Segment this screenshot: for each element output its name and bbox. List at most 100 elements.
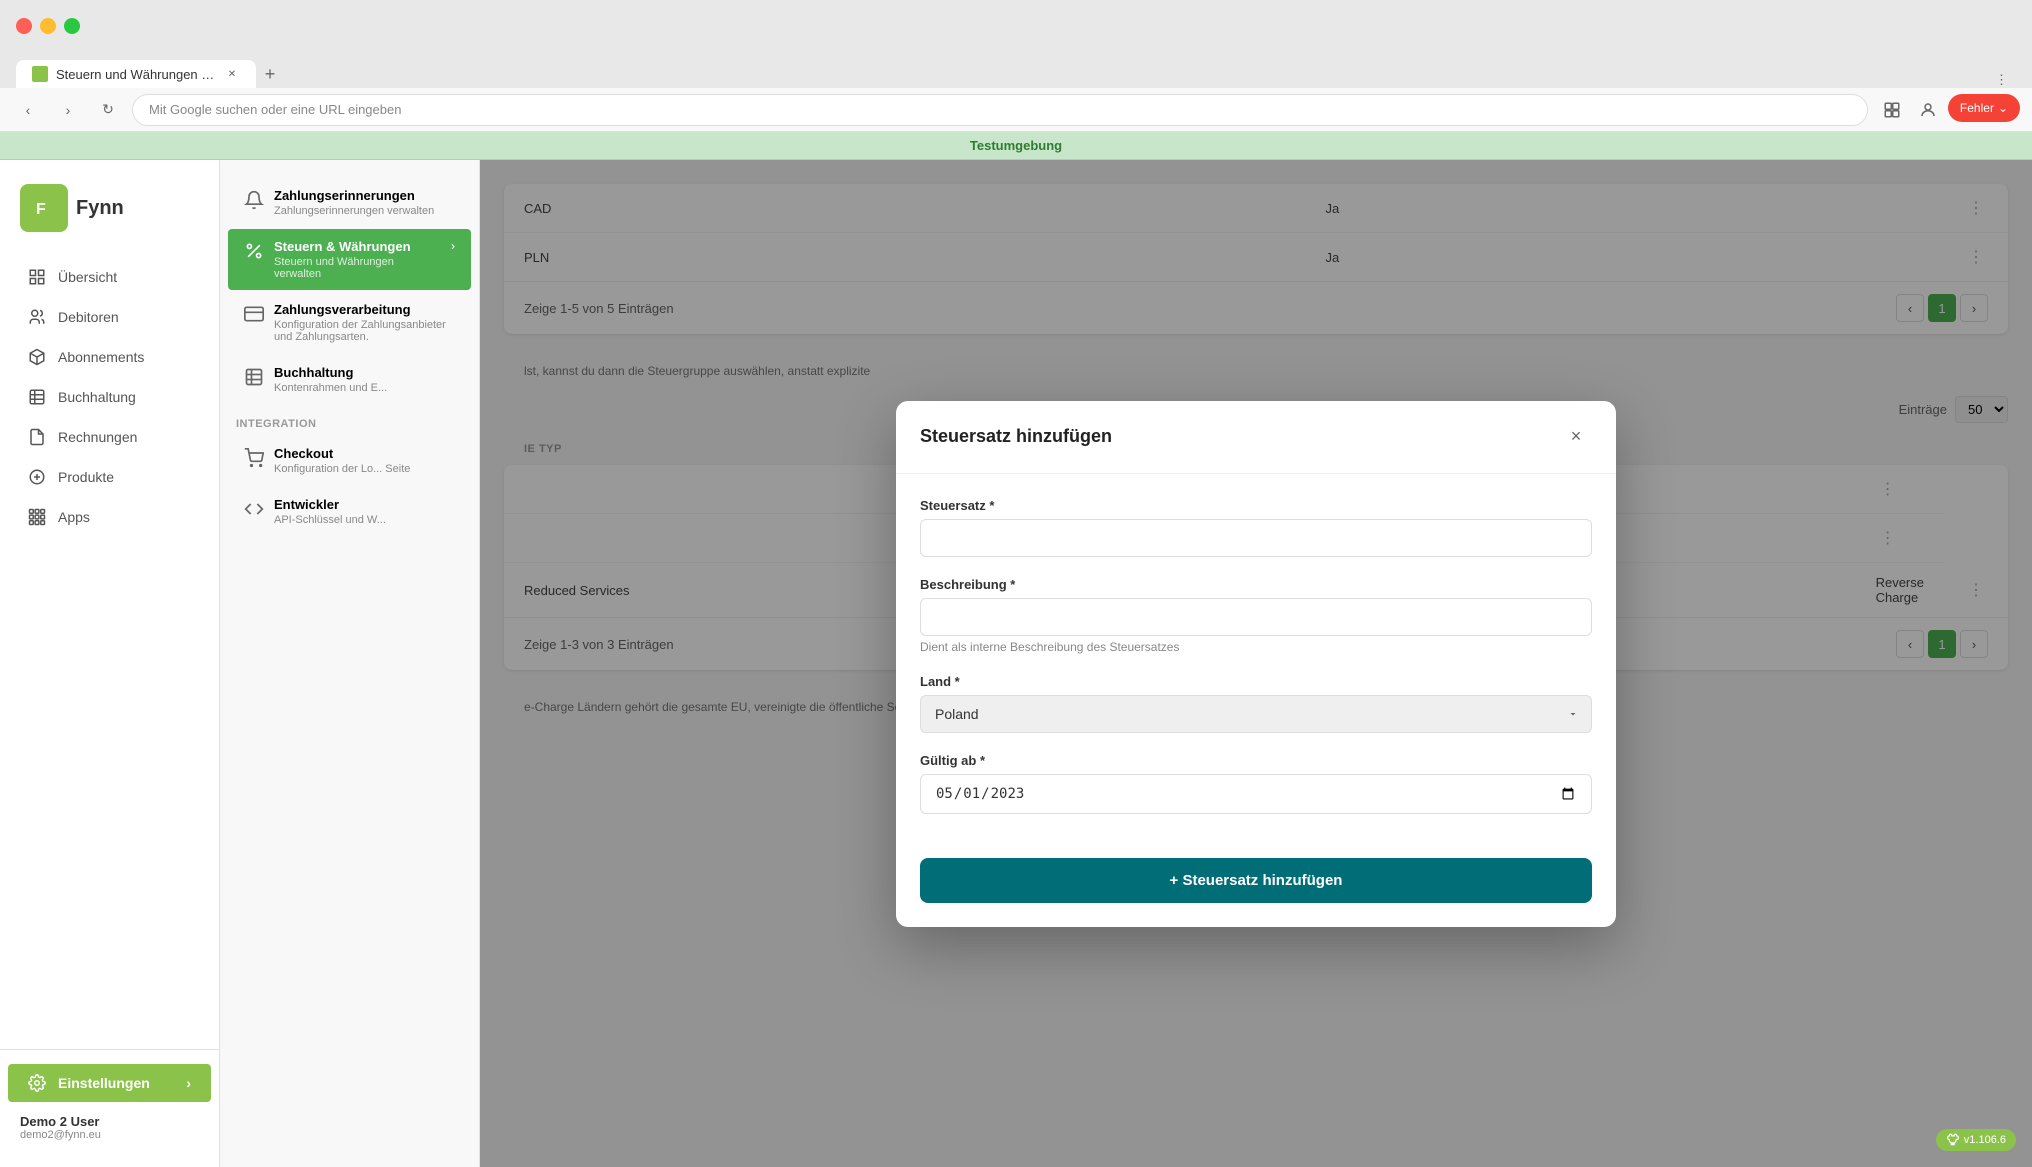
main-content: CAD Ja ⋮ PLN Ja ⋮ xyxy=(480,160,2032,1167)
browser-chrome: Steuern und Währungen - Fynn ✕ + ⋮ ‹ › ↻… xyxy=(0,0,2032,132)
sidebar-label-produkte: Produkte xyxy=(58,469,114,485)
submit-button-label: + Steuersatz hinzufügen xyxy=(1170,872,1343,889)
sidebar-logo: F Fynn xyxy=(0,176,219,256)
settings-nav-checkout-title: Checkout xyxy=(274,446,410,461)
settings-nav-steuern-title: Steuern & Währungen xyxy=(274,239,441,254)
profile-button[interactable] xyxy=(1912,94,1944,126)
sidebar-nav: Übersicht Debitoren Abonnements Buchhalt… xyxy=(0,256,219,1049)
sidebar-item-debitoren[interactable]: Debitoren xyxy=(8,298,211,336)
minimize-window-button[interactable] xyxy=(40,18,56,34)
reload-button[interactable]: ↻ xyxy=(92,94,124,126)
gueltig-ab-input[interactable] xyxy=(920,774,1592,814)
sidebar-label-apps: Apps xyxy=(58,509,90,525)
svg-text:F: F xyxy=(36,201,46,218)
settings-nav-zahlungsverarbeitung-title: Zahlungsverarbeitung xyxy=(274,302,455,317)
modal-title: Steuersatz hinzufügen xyxy=(920,426,1112,447)
sidebar-label-einstellungen: Einstellungen xyxy=(58,1075,150,1091)
form-group-land: Land * Poland Germany Austria Switzerlan… xyxy=(920,674,1592,733)
settings-nav-buchhaltung-subtitle: Kontenrahmen und E... xyxy=(274,382,387,394)
browser-toolbar: ‹ › ↻ Mit Google suchen oder eine URL ei… xyxy=(0,88,2032,132)
settings-nav-arrow: › xyxy=(451,239,455,253)
browser-menu-icon[interactable]: ⋮ xyxy=(1995,72,2008,88)
sidebar-bottom: Einstellungen › Demo 2 User demo2@fynn.e… xyxy=(0,1049,219,1151)
logo-text: Fynn xyxy=(76,197,124,220)
user-info: Demo 2 User demo2@fynn.eu xyxy=(0,1104,219,1151)
settings-nav-zahlungsverarbeitung[interactable]: Zahlungsverarbeitung Konfiguration der Z… xyxy=(228,292,471,353)
sidebar-item-buchhaltung[interactable]: Buchhaltung xyxy=(8,378,211,416)
percent-icon xyxy=(244,241,264,261)
beschreibung-label: Beschreibung * xyxy=(920,577,1592,592)
sidebar-item-einstellungen[interactable]: Einstellungen › xyxy=(8,1064,211,1102)
settings-nav-steuern-subtitle: Steuern und Währungen verwalten xyxy=(274,256,441,280)
user-name: Demo 2 User xyxy=(20,1114,199,1129)
code-icon xyxy=(244,499,264,519)
settings-nav-steuern-waehrungen[interactable]: Steuern & Währungen Steuern und Währunge… xyxy=(228,229,471,290)
forward-button[interactable]: › xyxy=(52,94,84,126)
extensions-button[interactable] xyxy=(1876,94,1908,126)
logo-icon: F xyxy=(20,184,68,232)
users-icon xyxy=(28,308,46,326)
box-icon xyxy=(28,468,46,486)
form-group-gueltig-ab: Gültig ab * xyxy=(920,753,1592,814)
settings-nav-entwickler[interactable]: Entwickler API-Schlüssel und W... xyxy=(228,487,471,536)
sidebar-label-rechnungen: Rechnungen xyxy=(58,429,137,445)
test-environment-banner: Testumgebung xyxy=(0,132,2032,160)
settings-nav-buchhaltung[interactable]: Buchhaltung Kontenrahmen und E... xyxy=(228,355,471,404)
address-bar[interactable]: Mit Google suchen oder eine URL eingeben xyxy=(132,94,1868,126)
steuersatz-input[interactable] xyxy=(920,519,1592,557)
submit-add-tax-rate-button[interactable]: + Steuersatz hinzufügen xyxy=(920,858,1592,903)
browser-actions: Fehler ⌄ xyxy=(1876,94,2020,126)
land-select[interactable]: Poland Germany Austria Switzerland xyxy=(920,695,1592,733)
error-label: Fehler xyxy=(1960,101,1994,115)
modal-body: Steuersatz * Beschreibung * Dient als in… xyxy=(896,474,1616,858)
tab-favicon xyxy=(32,66,48,82)
back-button[interactable]: ‹ xyxy=(12,94,44,126)
sidebar-item-uebersicht[interactable]: Übersicht xyxy=(8,258,211,296)
shopping-cart-icon xyxy=(244,448,264,468)
version-badge[interactable]: v1.106.6 xyxy=(1936,1129,2016,1151)
package-icon xyxy=(28,348,46,366)
modal-add-tax-rate: Steuersatz hinzufügen × Steuersatz * Bes… xyxy=(896,401,1616,927)
fullscreen-window-button[interactable] xyxy=(64,18,80,34)
version-label: v1.106.6 xyxy=(1964,1134,2006,1146)
modal-header: Steuersatz hinzufügen × xyxy=(896,401,1616,474)
tab-close-button[interactable]: ✕ xyxy=(224,66,240,82)
user-email: demo2@fynn.eu xyxy=(20,1129,199,1141)
modal-footer: + Steuersatz hinzufügen xyxy=(896,858,1616,927)
beschreibung-hint: Dient als interne Beschreibung des Steue… xyxy=(920,640,1592,654)
close-window-button[interactable] xyxy=(16,18,32,34)
settings-nav-entwickler-title: Entwickler xyxy=(274,497,386,512)
modal-overlay: Steuersatz hinzufügen × Steuersatz * Bes… xyxy=(480,160,2032,1167)
settings-nav-entwickler-subtitle: API-Schlüssel und W... xyxy=(274,514,386,526)
form-group-steuersatz: Steuersatz * xyxy=(920,498,1592,557)
file-icon xyxy=(28,428,46,446)
settings-nav-zahlungserinnerungen[interactable]: Zahlungserinnerungen Zahlungserinnerunge… xyxy=(228,178,471,227)
browser-tab-active[interactable]: Steuern und Währungen - Fynn ✕ xyxy=(16,60,256,88)
gueltig-ab-label: Gültig ab * xyxy=(920,753,1592,768)
browser-tab-bar: Steuern und Währungen - Fynn ✕ + ⋮ xyxy=(0,52,2032,88)
settings-nav-buchhaltung-title: Buchhaltung xyxy=(274,365,387,380)
buchhaltung-icon xyxy=(244,367,264,387)
beschreibung-input[interactable] xyxy=(920,598,1592,636)
bell-icon xyxy=(244,190,264,210)
form-group-beschreibung: Beschreibung * Dient als interne Beschre… xyxy=(920,577,1592,654)
sidebar-item-abonnements[interactable]: Abonnements xyxy=(8,338,211,376)
modal-close-button[interactable]: × xyxy=(1560,421,1592,453)
sidebar-label-debitoren: Debitoren xyxy=(58,309,119,325)
error-button[interactable]: Fehler ⌄ xyxy=(1948,94,2020,122)
test-banner-label: Testumgebung xyxy=(970,138,1062,153)
new-tab-button[interactable]: + xyxy=(256,60,284,88)
sidebar-item-apps[interactable]: Apps xyxy=(8,498,211,536)
app-container: F Fynn Übersicht Debitoren Abonnements B… xyxy=(0,160,2032,1167)
sidebar-item-produkte[interactable]: Produkte xyxy=(8,458,211,496)
land-label: Land * xyxy=(920,674,1592,689)
traffic-lights xyxy=(16,18,80,34)
sidebar-item-rechnungen[interactable]: Rechnungen xyxy=(8,418,211,456)
error-chevron: ⌄ xyxy=(1998,101,2008,115)
bug-icon xyxy=(1946,1133,1960,1147)
settings-nav-checkout[interactable]: Checkout Konfiguration der Lo... Seite xyxy=(228,436,471,485)
tab-title: Steuern und Währungen - Fynn xyxy=(56,67,216,82)
steuersatz-label: Steuersatz * xyxy=(920,498,1592,513)
settings-icon xyxy=(28,1074,46,1092)
main-sidebar: F Fynn Übersicht Debitoren Abonnements B… xyxy=(0,160,220,1167)
